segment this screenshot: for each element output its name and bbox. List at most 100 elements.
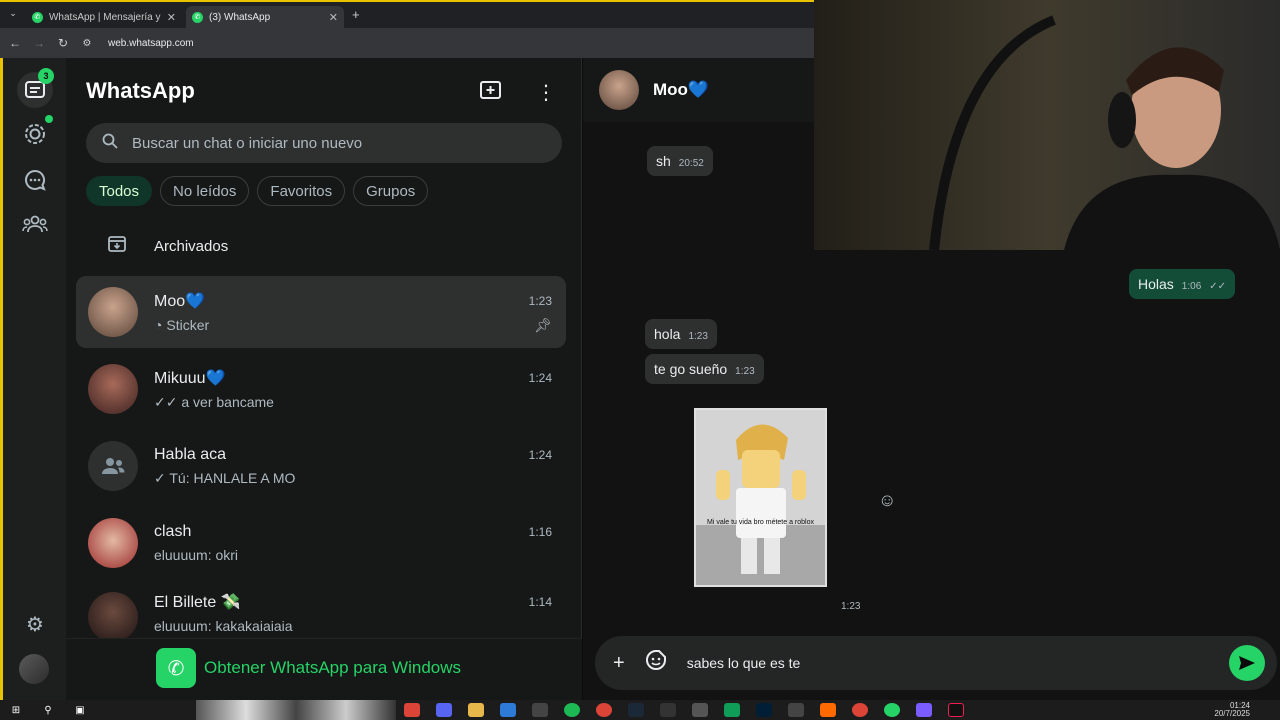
chat-row[interactable]: Habla aca 1:24 ✓ Tú: HANLALE A MO [76, 430, 566, 502]
message-time: 1:06 [1181, 281, 1202, 292]
get-windows-app-link[interactable]: ✆ Obtener WhatsApp para Windows [156, 648, 461, 688]
chat-name: Mikuuu💙 [154, 369, 226, 387]
conversation-header[interactable]: Moo💙 [583, 58, 814, 122]
whatsapp-logo-icon: ✆ [156, 648, 196, 688]
new-tab-button[interactable]: + [352, 7, 360, 22]
whatsapp-icon[interactable] [884, 703, 900, 717]
chat-preview: eluuuum: kakakaiaiaia [154, 618, 293, 634]
chats-unread-badge: 3 [38, 68, 54, 84]
chat-row[interactable]: Moo💙 1:23 ◔ Sticker 📌︎ [76, 276, 566, 348]
system-clock[interactable]: 01:24 20/7/2025 [1214, 702, 1250, 718]
send-button[interactable] [1229, 645, 1265, 681]
search-input[interactable]: Buscar un chat o iniciar uno nuevo [132, 135, 362, 152]
browser-tab-bar: ⌄ ✆ WhatsApp | Mensajería y llamad ✕ ✆ (… [0, 0, 814, 28]
wallpaper-strip [196, 700, 396, 720]
contact-name: Moo💙 [653, 80, 710, 99]
app-icon[interactable] [820, 703, 836, 717]
search-icon[interactable]: ⚲ [40, 703, 56, 717]
archived-label: Archivados [154, 237, 229, 255]
chrome-icon[interactable] [596, 703, 612, 717]
filter-no-leidos[interactable]: No leídos [160, 176, 250, 206]
photoshop-icon[interactable] [756, 703, 772, 717]
chat-list-panel: WhatsApp ⋮ Buscar un chat o iniciar uno … [66, 58, 582, 700]
communities-icon[interactable] [17, 206, 53, 242]
clock-date: 20/7/2025 [1214, 709, 1250, 718]
tab-whatsapp-active[interactable]: ✆ (3) WhatsApp ✕ [186, 6, 344, 28]
file-explorer-icon[interactable] [468, 703, 484, 717]
app-icon[interactable] [692, 703, 708, 717]
tab-label: (3) WhatsApp [209, 11, 271, 23]
check-icon: ✓ [154, 469, 166, 486]
message-outgoing[interactable]: Holas 1:06 ✓✓ [1129, 269, 1236, 299]
chat-time: 1:24 [528, 370, 552, 385]
chat-time: 1:24 [528, 447, 552, 462]
message-time: 1:23 [735, 366, 755, 377]
chat-preview: eluuuum: okri [154, 547, 239, 563]
message-composer: + [595, 636, 1277, 690]
contact-avatar [88, 287, 138, 337]
spotify-icon[interactable] [564, 703, 580, 717]
site-info-icon[interactable]: ⚙ [80, 38, 94, 49]
app-icon[interactable] [916, 703, 932, 717]
react-emoji-icon[interactable]: ☺ [878, 490, 896, 511]
sticker-image[interactable]: Mi vale tu vida bro métete a roblox [694, 408, 827, 587]
back-arrow-icon[interactable]: ← [8, 36, 22, 50]
steam-icon[interactable] [628, 703, 644, 717]
chat-name: El Billete 💸 [154, 594, 241, 611]
filter-grupos[interactable]: Grupos [353, 176, 429, 206]
tab-search-icon[interactable]: ⌄ [6, 8, 20, 19]
app-title: WhatsApp [86, 78, 195, 103]
sticker-emoji-icon[interactable] [645, 649, 667, 677]
forward-arrow-icon[interactable]: → [32, 36, 46, 50]
search-bar[interactable]: Buscar un chat o iniciar uno nuevo [86, 123, 562, 163]
settings-gear-icon[interactable]: ⚙ [17, 606, 53, 642]
message-incoming[interactable]: hola 1:23 [645, 319, 717, 349]
chat-preview: Tú: HANLALE A MO [169, 469, 296, 486]
app-icon[interactable] [788, 703, 804, 717]
archived-row[interactable]: Archivados [86, 228, 562, 264]
close-icon[interactable]: ✕ [167, 11, 176, 24]
tab-label: WhatsApp | Mensajería y llamad [48, 11, 161, 23]
archive-icon [108, 235, 126, 257]
profile-avatar[interactable] [19, 654, 49, 684]
sticker-caption: Mi vale tu vida bro métete a roblox [707, 519, 814, 526]
menu-kebab-icon[interactable]: ⋮ [536, 80, 556, 105]
chat-row[interactable]: clash 1:16 eluuuum: okri [76, 507, 566, 579]
app-icon[interactable] [532, 703, 548, 717]
chrome-icon[interactable] [404, 703, 420, 717]
message-incoming[interactable]: sh 20:52 [647, 146, 713, 176]
chat-row[interactable]: Mikuuu💙 1:24 ✓✓ a ver bancame [76, 353, 566, 425]
chrome-icon[interactable] [852, 703, 868, 717]
chat-time: 1:14 [528, 595, 552, 609]
filter-todos[interactable]: Todos [86, 176, 153, 206]
webcam-overlay [814, 0, 1280, 250]
reload-icon[interactable]: ↻ [56, 36, 70, 50]
drive-icon[interactable] [724, 703, 740, 717]
new-chat-icon[interactable] [480, 80, 502, 105]
message-text: te go sueño [654, 361, 728, 377]
attach-plus-icon[interactable]: + [613, 652, 625, 675]
windows-start-icon[interactable]: ⊞ [8, 703, 24, 717]
contact-avatar [88, 518, 138, 568]
message-incoming[interactable]: te go sueño 1:23 [645, 354, 764, 384]
whatsapp-favicon-icon: ✆ [192, 11, 203, 23]
edge-icon[interactable] [500, 703, 516, 717]
discord-icon[interactable] [436, 703, 452, 717]
contact-avatar[interactable] [599, 70, 639, 110]
filter-favoritos[interactable]: Favoritos [257, 176, 346, 206]
tiktok-icon[interactable] [948, 703, 964, 717]
message-text: sh [656, 153, 671, 169]
close-icon[interactable]: ✕ [329, 11, 338, 24]
message-input[interactable] [686, 655, 1209, 671]
chat-name: clash [154, 523, 192, 540]
obs-icon[interactable] [660, 703, 676, 717]
task-view-icon[interactable]: ▣ [72, 703, 88, 717]
channels-icon[interactable] [17, 162, 53, 198]
double-check-icon: ✓✓ [1209, 281, 1227, 292]
tab-whatsapp-landing[interactable]: ✆ WhatsApp | Mensajería y llamad ✕ [26, 6, 182, 28]
windows-taskbar: ⊞ ⚲ ▣ 01:24 20/7/2025 [0, 700, 1280, 720]
get-app-label: Obtener WhatsApp para Windows [204, 658, 462, 677]
pin-icon: 📌︎ [534, 316, 552, 333]
url-field[interactable]: web.whatsapp.com [108, 38, 194, 49]
chat-row[interactable]: El Billete 💸 1:14 eluuuum: kakakaiaiaia [76, 584, 566, 640]
